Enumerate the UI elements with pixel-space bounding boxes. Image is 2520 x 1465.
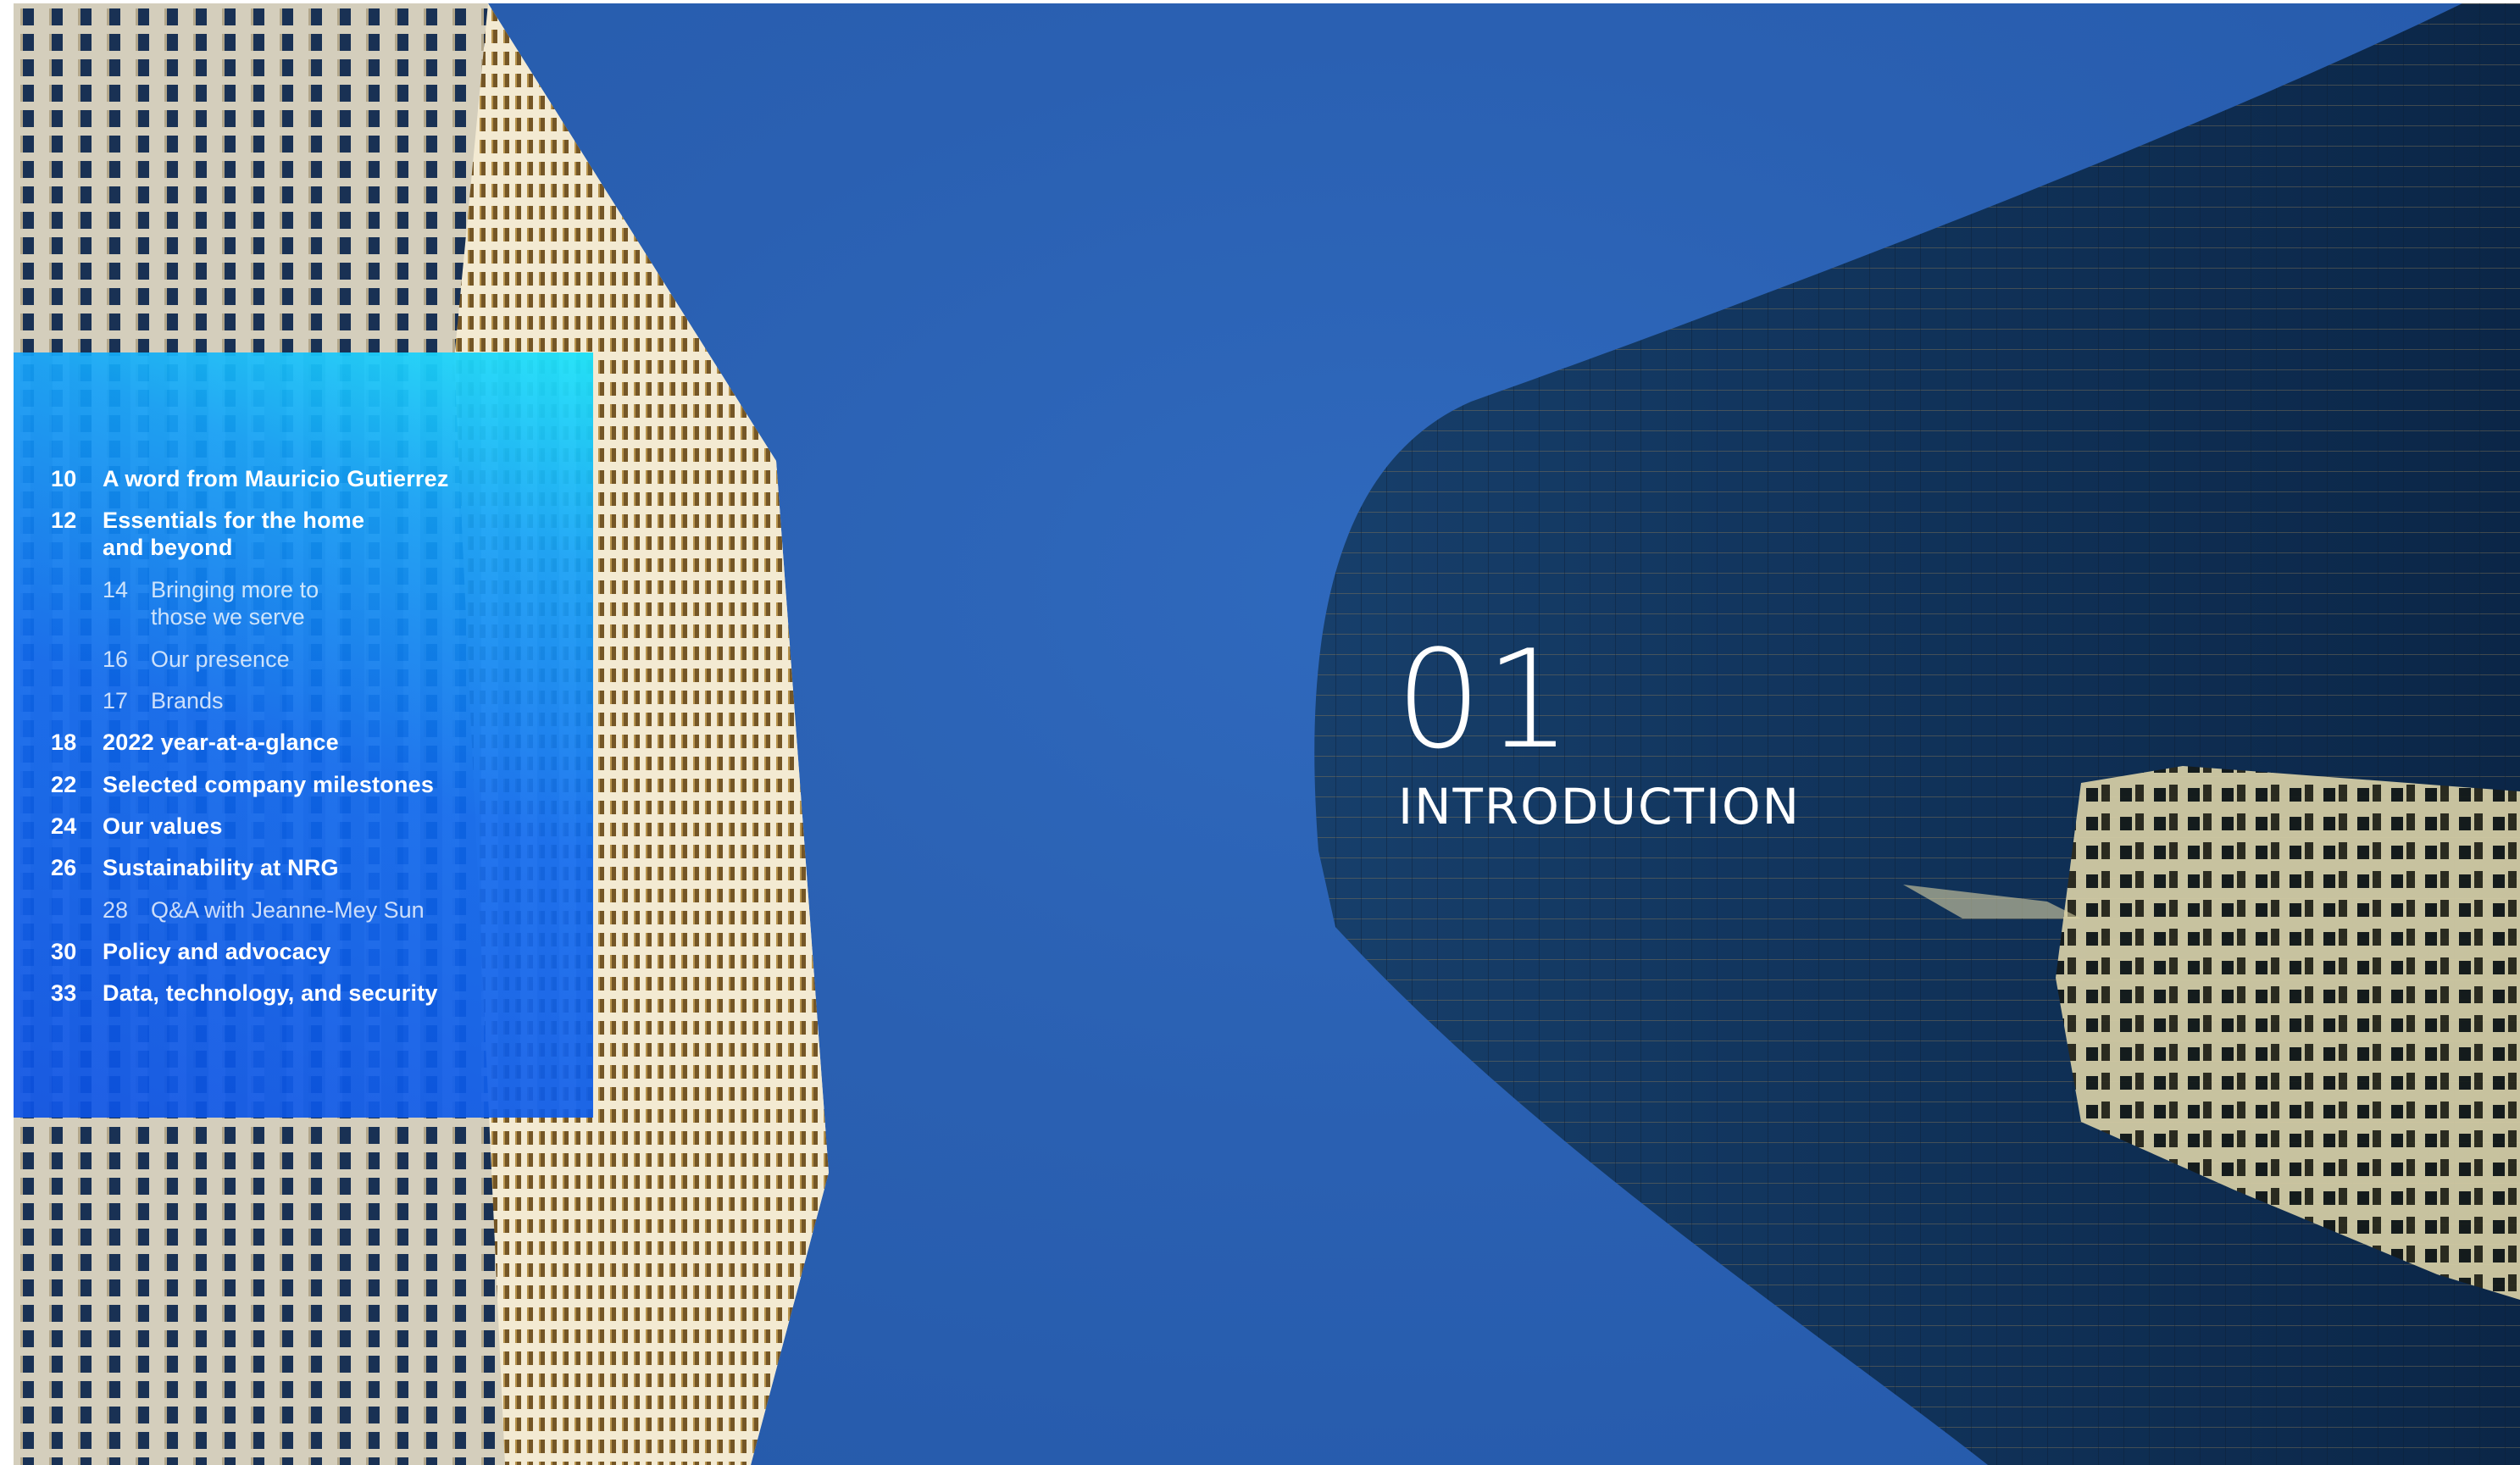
toc-item[interactable]: 18 2022 year-at-a-glance bbox=[51, 729, 339, 756]
toc-item-title: Policy and advocacy bbox=[103, 939, 331, 964]
toc-page-number: 17 bbox=[103, 688, 129, 713]
toc-page-number: 26 bbox=[51, 855, 77, 880]
toc-page-number: 22 bbox=[51, 772, 77, 797]
toc-item[interactable]: 10 A word from Mauricio Gutierrez bbox=[51, 465, 449, 492]
toc-page-number: 18 bbox=[51, 730, 77, 755]
toc-item-title: Q&A with Jeanne-Mey Sun bbox=[151, 897, 425, 923]
toc-page-number: 30 bbox=[51, 939, 77, 964]
toc-item-title: Our presence bbox=[151, 646, 290, 672]
toc-page-number: 24 bbox=[51, 813, 77, 839]
toc-item-title: Data, technology, and security bbox=[103, 980, 438, 1006]
toc-item-title: A word from Mauricio Gutierrez bbox=[103, 466, 449, 491]
toc-subitem[interactable]: 14 Bringing more to those we serve bbox=[103, 576, 319, 630]
toc-item[interactable]: 33 Data, technology, and security bbox=[51, 979, 438, 1007]
toc-item-title: Bringing more to those we serve bbox=[151, 577, 319, 630]
toc-item[interactable]: 26 Sustainability at NRG bbox=[51, 854, 339, 881]
toc-page-number: 14 bbox=[103, 577, 129, 602]
toc-item-title: Selected company milestones bbox=[103, 772, 435, 797]
toc-page-number: 16 bbox=[103, 646, 129, 672]
toc-subitem[interactable]: 28 Q&A with Jeanne-Mey Sun bbox=[103, 896, 425, 924]
toc-page-number: 28 bbox=[103, 897, 129, 923]
toc-item-title: 2022 year-at-a-glance bbox=[103, 730, 339, 755]
toc-item[interactable]: 22 Selected company milestones bbox=[51, 771, 434, 798]
chapter-title: INTRODUCTION bbox=[1398, 778, 1801, 835]
table-of-contents: 10 A word from Mauricio Gutierrez 12 Ess… bbox=[14, 352, 593, 1118]
toc-item-title: Essentials for the home and beyond bbox=[103, 508, 365, 560]
toc-page-number: 33 bbox=[51, 980, 77, 1006]
toc-subitem[interactable]: 16 Our presence bbox=[103, 646, 290, 673]
toc-page-number: 12 bbox=[51, 508, 77, 533]
table-of-contents-panel: 10 A word from Mauricio Gutierrez 12 Ess… bbox=[14, 352, 593, 1118]
toc-page-number: 10 bbox=[51, 466, 77, 491]
toc-item-title: Our values bbox=[103, 813, 223, 839]
toc-item-title: Brands bbox=[151, 688, 224, 713]
toc-item-title: Sustainability at NRG bbox=[103, 855, 339, 880]
chapter-number: 01 bbox=[1396, 620, 1575, 779]
report-page: 10 A word from Mauricio Gutierrez 12 Ess… bbox=[14, 3, 2520, 1465]
toc-item[interactable]: 24 Our values bbox=[51, 813, 223, 840]
toc-item[interactable]: 30 Policy and advocacy bbox=[51, 938, 330, 965]
toc-subitem[interactable]: 17 Brands bbox=[103, 687, 224, 714]
toc-item[interactable]: 12 Essentials for the home and beyond bbox=[51, 507, 364, 561]
